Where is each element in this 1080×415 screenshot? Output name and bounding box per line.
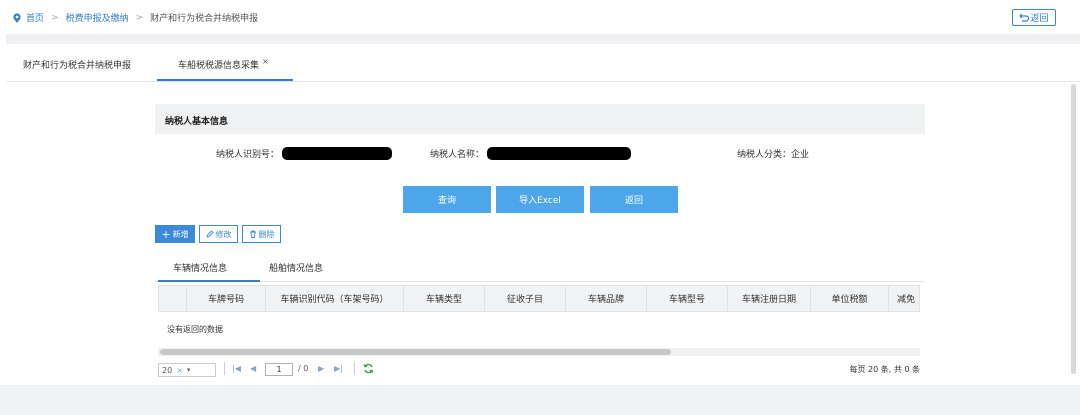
page-size-value: 20 (162, 365, 173, 375)
subtab-baseline (155, 281, 925, 282)
taxpayer-name-field: 纳税人名称： (430, 147, 632, 160)
pagination-summary: 每页 20 条, 共 0 条 (849, 365, 920, 374)
import-excel-button[interactable]: 导入Excel (496, 186, 584, 213)
add-button-label: 新增 (172, 229, 189, 239)
back-button-top[interactable]: 返回 (1012, 9, 1056, 26)
tab-vehicle-tax-collection[interactable]: 车船税税源信息采集 × (178, 57, 269, 71)
taxpayer-name-label: 纳税人名称： (430, 150, 485, 160)
query-button[interactable]: 查询 (403, 186, 491, 213)
section-header: 纳税人基本信息 (155, 104, 925, 134)
breadcrumb: 首页 > 税费申报及缴纳 > 财产和行为税合并纳税申报 (12, 11, 258, 24)
column-header[interactable]: 单位税额 (811, 286, 889, 311)
subtab-vessel-info[interactable]: 船舶情况信息 (269, 261, 323, 274)
edit-button[interactable]: 修改 (199, 225, 238, 243)
taxpayer-id-label: 纳税人识别号： (216, 150, 280, 160)
column-header[interactable]: 征收子目 (485, 286, 566, 311)
tab-bar: 财产和行为税合并纳税申报 车船税税源信息采集 × (6, 44, 1080, 82)
top-bar: 首页 > 税费申报及缴纳 > 财产和行为税合并纳税申报 返回 (0, 0, 1080, 34)
plus-icon: + (161, 227, 171, 241)
breadcrumb-separator: > (135, 12, 144, 23)
empty-table-message: 没有返回的数据 (167, 325, 223, 334)
column-header[interactable]: 车辆品牌 (566, 286, 647, 311)
column-header[interactable]: 车辆识别代码（车架号码） (266, 286, 404, 311)
prev-page-icon[interactable]: ◀ (250, 364, 256, 373)
section-title: 纳税人基本信息 (165, 117, 229, 127)
table-header: 车牌号码 车辆识别代码（车架号码） 车辆类型 征收子目 车辆品牌 车辆型号 车辆… (158, 285, 920, 312)
taxpayer-type-value: 企业 (791, 150, 810, 160)
redacted-value (282, 147, 393, 160)
subtab-vehicle-info[interactable]: 车辆情况信息 (173, 261, 227, 274)
pencil-icon (205, 230, 214, 238)
return-arrow-icon (1019, 13, 1030, 22)
delete-button-label: 删除 (258, 229, 275, 239)
column-header-checkbox[interactable] (159, 286, 187, 311)
refresh-icon[interactable] (363, 363, 374, 374)
breadcrumb-home[interactable]: 首页 (26, 11, 44, 24)
page-number-input[interactable]: 1 (265, 363, 293, 376)
taxpayer-id-field: 纳税人识别号： (216, 147, 393, 160)
tab-label: 财产和行为税合并纳税申报 (23, 61, 132, 71)
clear-icon[interactable]: × (176, 366, 183, 375)
breadcrumb-level1[interactable]: 税费申报及缴纳 (66, 11, 129, 24)
header-divider (6, 34, 1080, 44)
location-pin-icon (13, 12, 21, 23)
column-header[interactable]: 车辆类型 (404, 286, 485, 311)
column-header[interactable]: 减免 (889, 286, 919, 311)
taxpayer-type-label: 纳税人分类： (737, 150, 792, 160)
tab-label: 车船税税源信息采集 (178, 61, 260, 71)
first-page-icon[interactable]: |◀ (232, 364, 241, 373)
horizontal-scrollbar-thumb[interactable] (160, 349, 671, 355)
taxpayer-type-field: 纳税人分类： 企业 (737, 147, 809, 160)
edit-button-label: 修改 (215, 229, 232, 239)
back-button[interactable]: 返回 (590, 186, 678, 213)
next-page-icon[interactable]: ▶ (318, 364, 324, 373)
page-scrollbar[interactable] (1071, 84, 1076, 374)
trash-icon (249, 230, 256, 238)
add-button[interactable]: + 新增 (155, 225, 195, 243)
tab-combined-declaration[interactable]: 财产和行为税合并纳税申报 (23, 58, 131, 71)
back-button-label: 返回 (1030, 14, 1049, 24)
page-size-select[interactable]: 20 × ▾ (158, 363, 216, 377)
chevron-down-icon[interactable]: ▾ (187, 366, 191, 374)
delete-button[interactable]: 删除 (242, 225, 281, 243)
last-page-icon[interactable]: ▶| (334, 364, 343, 373)
breadcrumb-separator: > (51, 12, 59, 23)
redacted-value (487, 147, 632, 160)
active-subtab-indicator (158, 280, 260, 282)
total-pages: / 0 (298, 364, 309, 373)
column-header[interactable]: 车辆注册日期 (728, 286, 811, 311)
pagination-bar: 20 × ▾ |◀ ◀ 1 / 0 ▶ ▶| 每页 20 条, 共 0 条 (158, 360, 920, 378)
pager-divider (354, 362, 355, 375)
pager-divider (224, 362, 225, 375)
column-header[interactable]: 车牌号码 (187, 286, 266, 311)
footer-band (0, 385, 1080, 415)
column-header[interactable]: 车辆型号 (647, 286, 728, 311)
close-icon[interactable]: × (262, 57, 269, 66)
active-tab-indicator (157, 79, 293, 81)
breadcrumb-current: 财产和行为税合并纳税申报 (150, 14, 259, 24)
